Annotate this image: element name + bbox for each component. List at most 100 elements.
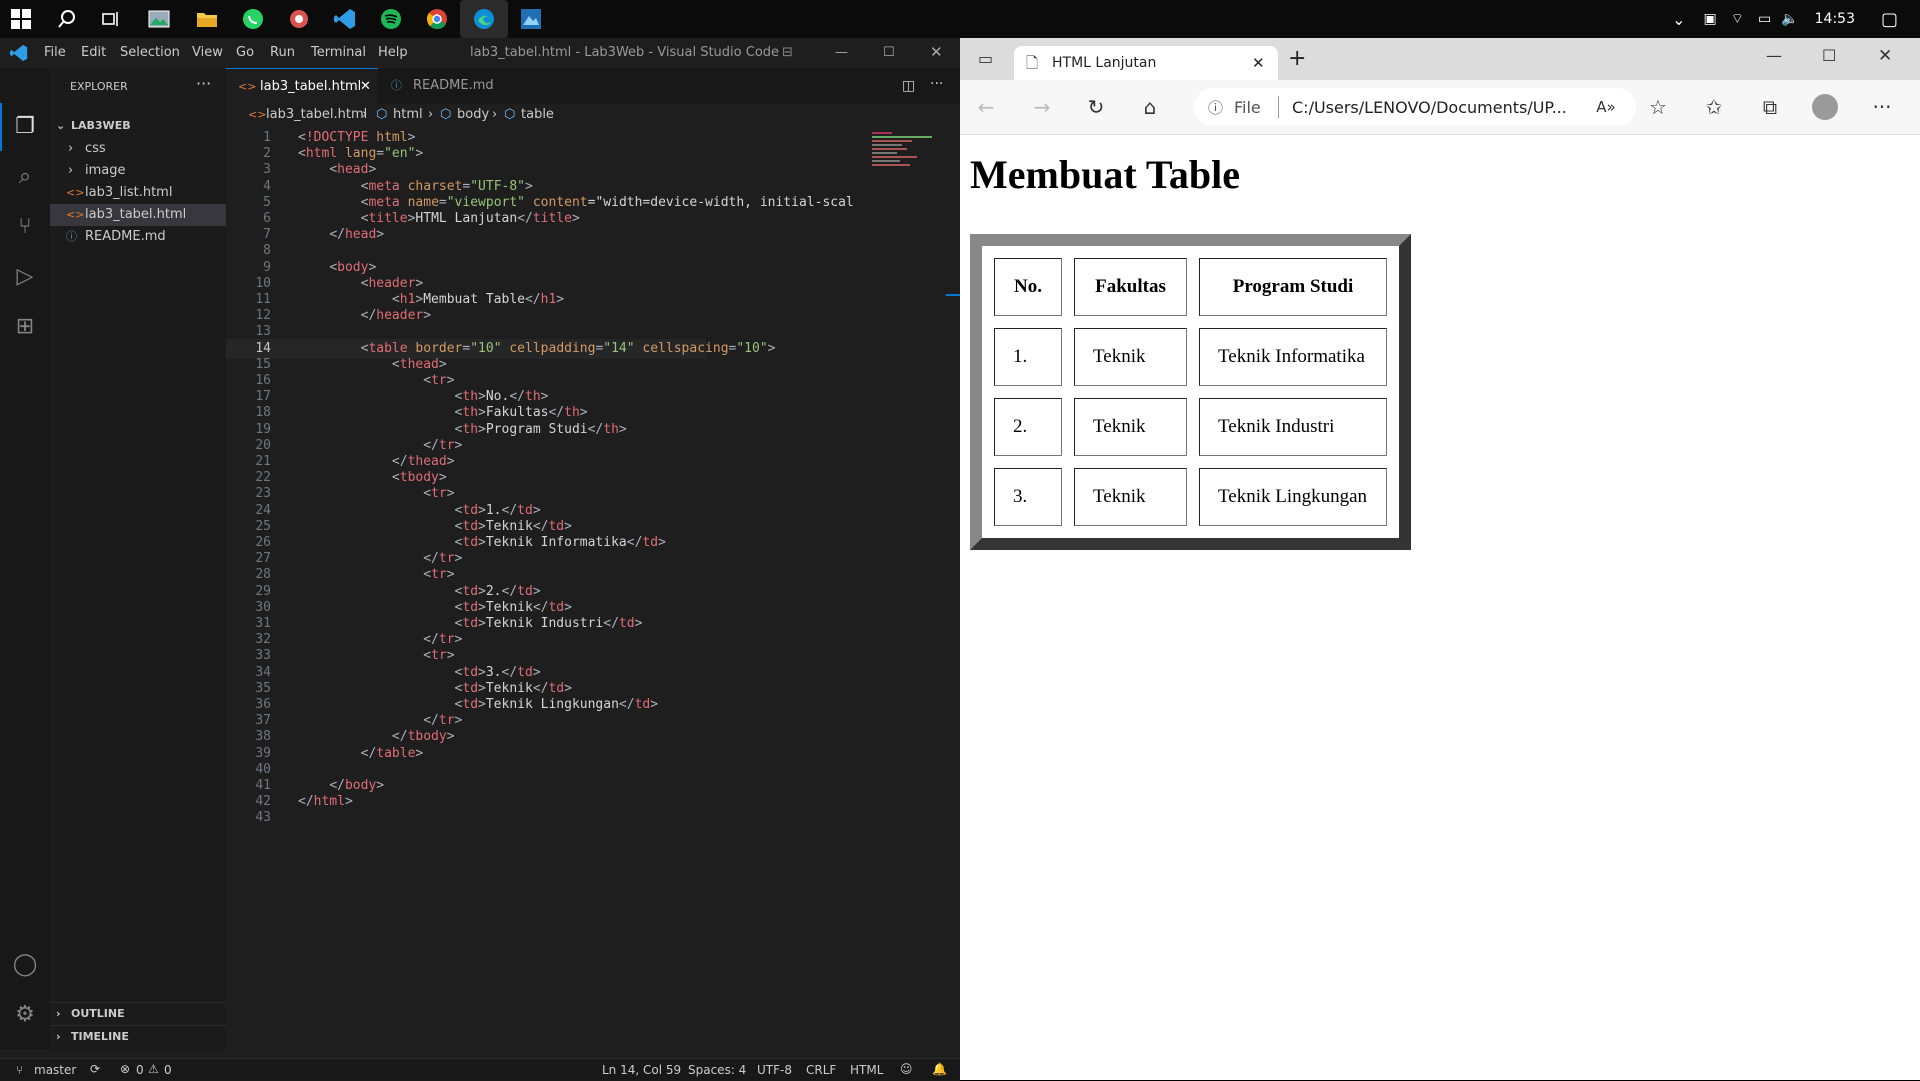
chrome-icon[interactable] xyxy=(424,6,450,32)
forward-icon[interactable]: → xyxy=(1028,93,1056,121)
close-tab-icon[interactable]: ✕ xyxy=(1252,54,1265,72)
feedback-icon[interactable]: ☺ xyxy=(900,1062,913,1076)
volume-icon[interactable]: 🔈 xyxy=(1781,11,1798,27)
app2-icon[interactable] xyxy=(518,6,544,32)
read-aloud-icon[interactable]: A» xyxy=(1592,93,1620,121)
eol[interactable]: CRLF xyxy=(806,1063,836,1077)
problems-count[interactable]: 0 xyxy=(136,1063,144,1077)
breadcrumb-table[interactable]: table xyxy=(521,104,554,126)
search-icon[interactable] xyxy=(54,6,80,32)
battery-icon[interactable]: ▭ xyxy=(1758,11,1771,27)
close-icon[interactable]: ✕ xyxy=(930,43,943,61)
explorer-icon[interactable]: ❐ xyxy=(10,112,40,142)
address-bar[interactable]: ⓘ File C:/Users/LENOVO/Documents/UP... xyxy=(1194,88,1636,126)
menu-file[interactable]: File xyxy=(44,45,66,60)
code-editor[interactable]: 1 <!DOCTYPE html> 2 <html lang="en"> 3 <head… xyxy=(226,128,866,1008)
app-icon[interactable] xyxy=(286,6,312,32)
chevron-right-icon: › xyxy=(362,107,368,122)
run-debug-icon[interactable]: ▷ xyxy=(10,262,40,292)
profile-avatar-icon[interactable] xyxy=(1812,94,1838,120)
task-view-icon[interactable] xyxy=(98,6,124,32)
scroll-indicator xyxy=(946,294,960,296)
breadcrumb-file[interactable]: lab3_tabel.html xyxy=(266,104,367,126)
tab-readme[interactable]: ⓘ README.md xyxy=(379,68,509,104)
outline-section[interactable]: › OUTLINE xyxy=(50,1002,226,1025)
breadcrumb: <> lab3_tabel.html › ⬡ html › ⬡ body › ⬡… xyxy=(226,104,960,126)
add-favorite-icon[interactable]: ☆ xyxy=(1644,93,1672,121)
home-icon[interactable]: ⌂ xyxy=(1136,93,1164,121)
indentation[interactable]: Spaces: 4 xyxy=(688,1063,746,1077)
menu-help[interactable]: Help xyxy=(378,45,408,60)
menu-go[interactable]: Go xyxy=(236,45,254,60)
extensions-icon[interactable]: ⊞ xyxy=(10,312,40,342)
close-window-icon[interactable]: ✕ xyxy=(1878,46,1892,66)
url-text[interactable]: C:/Users/LENOVO/Documents/UP... xyxy=(1292,98,1567,117)
menu-terminal[interactable]: Terminal xyxy=(311,45,366,60)
maximize-icon[interactable]: ☐ xyxy=(1822,46,1836,65)
more-actions-icon[interactable]: ··· xyxy=(930,76,943,92)
accounts-icon[interactable]: ◯ xyxy=(10,950,40,980)
table-row: 3. Teknik Teknik Lingkungan xyxy=(994,468,1387,526)
settings-more-icon[interactable]: ··· xyxy=(1868,93,1896,121)
cell-no: 3. xyxy=(994,468,1062,526)
sync-icon[interactable]: ⟳ xyxy=(90,1062,100,1076)
meet-icon[interactable]: ▣ xyxy=(1704,11,1717,27)
tab-title: HTML Lanjutan xyxy=(1052,55,1157,71)
chevron-right-icon: › xyxy=(68,163,74,178)
settings-gear-icon[interactable]: ⚙ xyxy=(10,1000,40,1030)
minimize-icon[interactable]: — xyxy=(1766,46,1782,65)
web-page: Membuat Table No. Fakultas Program Studi… xyxy=(960,135,1920,1080)
breadcrumb-html[interactable]: html xyxy=(393,104,423,126)
tree-file-lab3-list[interactable]: <> lab3_list.html xyxy=(50,182,226,204)
tree-file-lab3-tabel[interactable]: <> lab3_tabel.html xyxy=(50,204,226,226)
language-mode[interactable]: HTML xyxy=(850,1063,883,1077)
warnings-count[interactable]: 0 xyxy=(164,1063,172,1077)
menu-edit[interactable]: Edit xyxy=(81,45,106,60)
bell-icon[interactable]: 🔔 xyxy=(932,1062,947,1076)
breadcrumb-body[interactable]: body xyxy=(457,104,489,126)
editor-tabs: <> lab3_tabel.html ✕ ⓘ README.md ◫ ··· xyxy=(226,68,960,105)
search-icon[interactable]: ⌕ xyxy=(10,162,40,192)
tab-actions-icon[interactable]: ▭ xyxy=(978,49,993,68)
vscode-icon[interactable] xyxy=(332,6,358,32)
split-editor-icon[interactable]: ◫ xyxy=(902,78,915,94)
tab-lab3-tabel[interactable]: <> lab3_tabel.html ✕ xyxy=(226,68,378,105)
refresh-icon[interactable]: ↻ xyxy=(1082,93,1110,121)
vscode-logo-icon xyxy=(10,44,28,66)
menu-view[interactable]: View xyxy=(192,45,223,60)
more-actions-icon[interactable]: ··· xyxy=(196,74,211,93)
menu-run[interactable]: Run xyxy=(270,45,295,60)
cursor-position[interactable]: Ln 14, Col 59 xyxy=(602,1063,681,1077)
browser-tab[interactable]: 🗋 HTML Lanjutan ✕ xyxy=(1014,46,1278,80)
clock[interactable]: 14:53 xyxy=(1815,11,1855,27)
tree-file-readme[interactable]: ⓘ README.md xyxy=(50,226,226,248)
favorites-icon[interactable]: ✩ xyxy=(1700,93,1728,121)
timeline-section[interactable]: › TIMELINE xyxy=(50,1025,226,1048)
windows-start-icon[interactable] xyxy=(8,6,34,32)
collections-icon[interactable]: ⧉ xyxy=(1756,93,1784,121)
maximize-icon[interactable]: ☐ xyxy=(883,45,895,60)
close-tab-icon[interactable]: ✕ xyxy=(360,69,371,105)
minimize-icon[interactable]: — xyxy=(835,45,848,60)
photos-icon[interactable] xyxy=(146,6,172,32)
notifications-icon[interactable]: ▢ xyxy=(1881,9,1898,30)
back-icon[interactable]: ← xyxy=(972,93,1000,121)
file-explorer-icon[interactable] xyxy=(194,6,220,32)
tree-folder-image[interactable]: › image xyxy=(50,160,226,182)
spotify-icon[interactable] xyxy=(378,6,404,32)
project-root[interactable]: ⌄ LAB3WEB xyxy=(50,115,226,137)
minimap[interactable] xyxy=(872,128,952,228)
new-tab-icon[interactable]: + xyxy=(1288,46,1306,71)
wifi-icon[interactable]: ⌔ xyxy=(1731,10,1744,28)
whatsapp-icon[interactable] xyxy=(240,6,266,32)
line-number: 43 xyxy=(255,810,271,826)
menu-selection[interactable]: Selection xyxy=(120,45,180,60)
symbol-icon: ⬡ xyxy=(504,107,516,122)
layout-icon[interactable]: ⊟ xyxy=(782,45,793,60)
tree-folder-css[interactable]: › css xyxy=(50,138,226,160)
edge-icon[interactable] xyxy=(460,0,508,38)
encoding[interactable]: UTF-8 xyxy=(757,1063,792,1077)
chevron-up-icon[interactable]: ⌄ xyxy=(1672,10,1685,29)
source-control-icon[interactable]: ⑂ xyxy=(10,212,40,242)
branch-name[interactable]: master xyxy=(34,1063,76,1077)
